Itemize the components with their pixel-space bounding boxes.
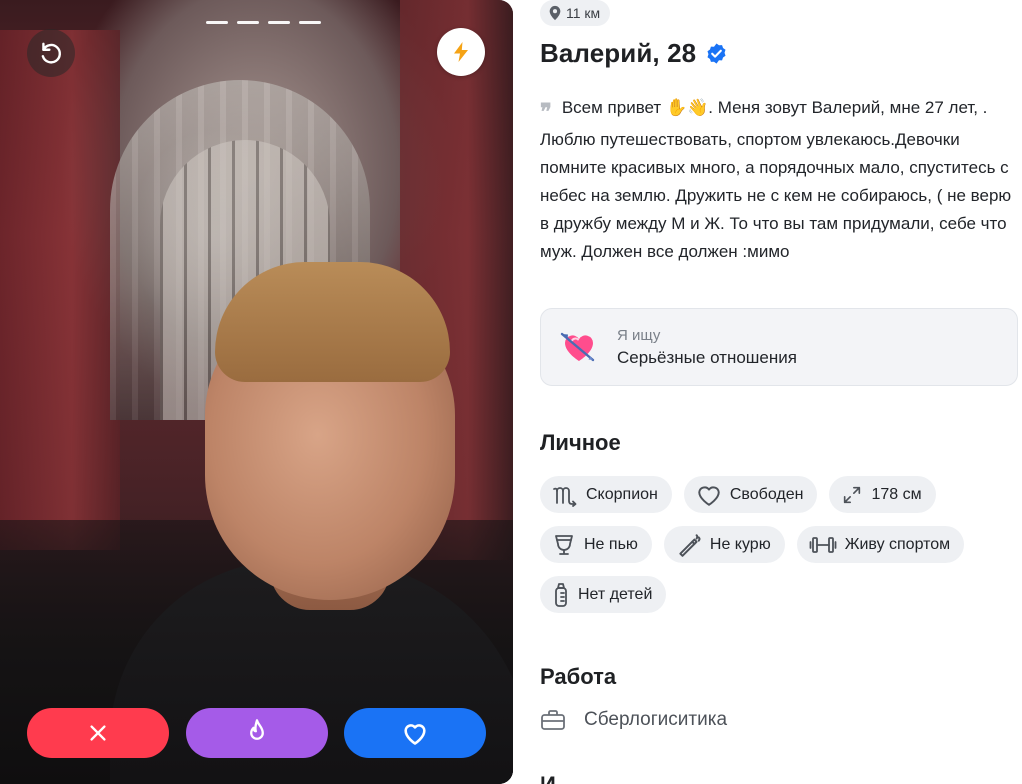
seeking-value: Серьёзные отношения — [617, 347, 797, 367]
heart-icon — [404, 724, 426, 745]
tag-label: Живу спортом — [844, 535, 951, 553]
photo-background — [0, 30, 120, 550]
seeking-card: Я ищу Серьёзные отношения — [540, 308, 1018, 386]
photo-progress-segment[interactable] — [237, 21, 259, 24]
photo-progress-segment[interactable] — [206, 21, 228, 24]
tag-alcohol: Не пью — [540, 526, 652, 563]
photo-progress-segment[interactable] — [268, 21, 290, 24]
flame-icon — [250, 719, 264, 740]
tag-label: Не курю — [709, 535, 771, 553]
bio-text: Всем привет ✋👋. Меня зовут Валерий, мне … — [540, 98, 1012, 261]
tag-children: Нет детей — [540, 576, 667, 613]
superlike-button[interactable] — [186, 708, 328, 758]
profile-header: Валерий, 28 — [540, 38, 728, 69]
undo-button[interactable] — [27, 29, 75, 77]
personal-section-title: Личное — [540, 430, 621, 455]
quote-icon: ❞ — [540, 99, 552, 125]
photo-progress-indicator — [206, 21, 321, 24]
profile-photo[interactable] — [0, 0, 513, 784]
close-icon — [90, 725, 106, 741]
like-button[interactable] — [344, 708, 486, 758]
tag-label: Нет детей — [578, 585, 653, 603]
cigarette-icon — [679, 533, 701, 557]
next-section-title: И — [540, 774, 556, 784]
verified-icon — [707, 43, 726, 64]
profile-details: 11 км Валерий, 28 ❞ Всем привет ✋👋. Меня … — [540, 0, 1020, 784]
photo-progress-segment[interactable] — [299, 21, 321, 24]
baby-bottle-icon — [555, 582, 567, 607]
tag-height: 178 см — [829, 476, 936, 513]
scorpio-icon — [553, 486, 577, 507]
dumbbell-icon — [809, 536, 837, 553]
heart-arrow-icon — [560, 332, 595, 362]
tag-sport: Живу спортом — [796, 526, 965, 563]
seeking-label: Я ищу — [617, 326, 661, 344]
personal-tags: Скорпион Свободен 178 см Не пью Не курю … — [540, 476, 1020, 613]
profile-bio: ❞ Всем привет ✋👋. Меня зовут Валерий, мне… — [540, 94, 1018, 266]
tag-label: Скорпион — [586, 485, 658, 503]
tag-label: Не пью — [584, 535, 638, 553]
boost-button[interactable] — [437, 28, 485, 76]
person-figure — [215, 262, 450, 382]
work-item: Сберлогиситика — [540, 708, 727, 732]
tag-smoking: Не курю — [663, 526, 785, 563]
location-pin-icon — [549, 5, 561, 21]
seeking-text: Я ищу Серьёзные отношения — [617, 327, 797, 368]
height-icon — [844, 486, 861, 503]
distance-badge: 11 км — [540, 0, 611, 26]
tag-relationship: Свободен — [683, 476, 818, 513]
work-value: Сберлогиситика — [584, 709, 728, 730]
tag-label: Свободен — [729, 485, 804, 503]
glass-icon — [555, 534, 573, 555]
tag-label: 178 см — [871, 485, 922, 503]
work-section-title: Работа — [540, 664, 617, 689]
lightning-icon — [454, 42, 468, 62]
profile-name: Валерий, 28 — [540, 38, 697, 68]
undo-icon — [41, 42, 61, 64]
dislike-button[interactable] — [27, 708, 169, 758]
heart-icon — [698, 485, 720, 506]
briefcase-icon — [541, 710, 565, 730]
tag-zodiac: Скорпион — [540, 476, 672, 513]
distance-text: 11 км — [566, 5, 601, 21]
